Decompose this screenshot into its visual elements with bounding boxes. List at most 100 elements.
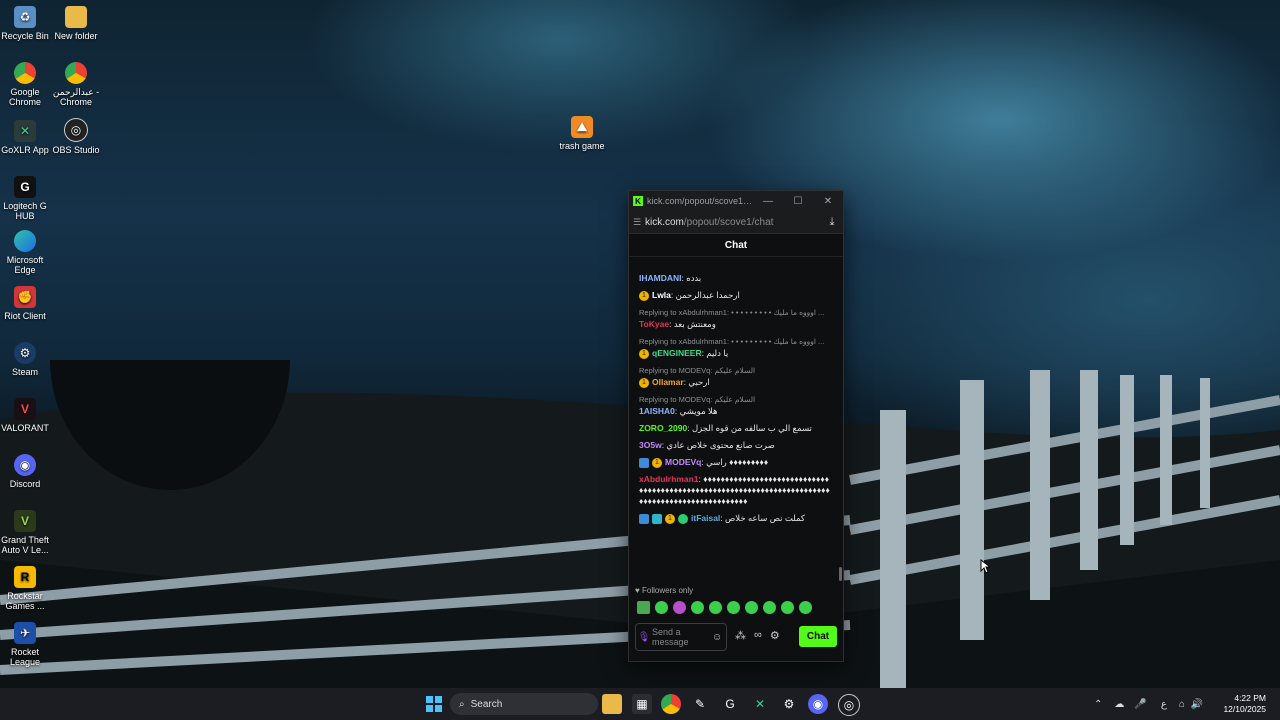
goxlr-taskbar-icon[interactable]: ✕ xyxy=(750,694,770,714)
emote-icon[interactable] xyxy=(781,601,794,614)
chat-username[interactable]: Lwla xyxy=(652,290,671,300)
desktop-icon-google-chrome[interactable]: Google Chrome xyxy=(0,62,53,107)
followers-only-label: Followers only xyxy=(641,586,694,595)
emote-icon[interactable] xyxy=(763,601,776,614)
verified-badge-icon xyxy=(678,513,688,524)
search-icon: ⌕ xyxy=(459,698,465,710)
chat-message: Replying to MODEVq: السلام عليكم 1 Ollama… xyxy=(629,365,841,388)
chat-username[interactable]: itFaisal xyxy=(691,513,720,523)
address-bar: ☰ kick.com/popout/scove1/chat ⤓ xyxy=(629,211,843,234)
desktop-icon-riot[interactable]: ✊ Riot Client xyxy=(0,286,53,321)
chat-header: Chat xyxy=(629,234,843,257)
chat-username[interactable]: IHAMDANI xyxy=(639,273,682,283)
chat-username[interactable]: MODEVq xyxy=(665,457,701,467)
microphone-tray-icon[interactable]: 🎤 xyxy=(1134,699,1146,710)
desktop-icon-rockstar[interactable]: R Rockstar Games ... xyxy=(0,566,53,611)
desktop-icon-rocket-league[interactable]: ✈ Rocket League xyxy=(0,622,53,667)
message-placeholder: Send a message xyxy=(652,627,689,647)
chat-username[interactable]: xAbdulrhman1 xyxy=(639,474,699,484)
desktop-icon-discord[interactable]: ◉ Discord xyxy=(0,454,53,489)
windows-start-icon[interactable] xyxy=(424,694,444,714)
desktop-icon-obs[interactable]: ◎ OBS Studio xyxy=(48,118,104,155)
chat-message: Replying to xAbdulrhman1: • • • • • • • … xyxy=(629,307,841,330)
message-input[interactable]: 🎙 Send a message ☺ xyxy=(635,623,727,651)
cloud-icon[interactable]: ☁ xyxy=(1114,699,1124,710)
emote-icon[interactable] xyxy=(673,601,686,614)
url-path: /popout/scove1/chat xyxy=(683,216,774,228)
language-indicator[interactable]: ع xyxy=(1161,699,1167,710)
download-icon[interactable]: ⤓ xyxy=(821,216,843,229)
desktop-icon-recycle-bin[interactable]: ♻ Recycle Bin xyxy=(0,6,53,41)
chat-text: صرت صانع محتوى خلاص عادي xyxy=(666,440,775,450)
discord-icon: ◉ xyxy=(14,454,36,476)
chrome-taskbar-icon[interactable] xyxy=(661,694,681,714)
emote-icon[interactable] xyxy=(655,601,668,614)
emote-icon[interactable] xyxy=(727,601,740,614)
emote-icon[interactable] xyxy=(709,601,722,614)
desktop-icon-edge[interactable]: Microsoft Edge xyxy=(0,230,53,275)
desktop-icon-steam[interactable]: ⚙ Steam xyxy=(0,342,53,377)
taskbar-clock[interactable]: 4:22 PM 12/10/2025 xyxy=(1223,693,1266,715)
chat-username[interactable]: ToKyae xyxy=(639,319,669,329)
chat-scrollbar[interactable] xyxy=(839,567,842,581)
volume-icon[interactable]: 🔊 xyxy=(1191,699,1203,710)
emote-icon[interactable] xyxy=(691,601,704,614)
shapes-icon[interactable]: ⁂ xyxy=(735,629,746,642)
network-icon[interactable]: ⌂ xyxy=(1179,699,1185,710)
desktop-icon-valorant[interactable]: V VALORANT xyxy=(0,398,53,433)
close-window-button[interactable]: ✕ xyxy=(813,196,843,207)
chat-messages[interactable]: IHAMDANI: بدده 1 Lwla: ارحمدا عبدالرحمن R… xyxy=(629,258,841,580)
desktop-icon-logitech[interactable]: G Logitech G HUB xyxy=(0,176,53,221)
sub-badge-icon: 1 xyxy=(665,513,675,524)
chat-text: تسمع الي ب سالفه من قوه الجزل xyxy=(691,423,812,433)
site-info-icon[interactable]: ☰ xyxy=(629,217,645,228)
chat-message: Replying to xAbdulrhman1: • • • • • • • … xyxy=(629,336,841,359)
discord-taskbar-icon[interactable]: ◉ xyxy=(808,694,828,714)
reply-context[interactable]: Replying to xAbdulrhman1: • • • • • • • … xyxy=(639,336,831,347)
chat-message: 1 Lwla: ارحمدا عبدالرحمن xyxy=(629,290,841,301)
taskbar-search[interactable]: ⌕ Search xyxy=(450,693,598,715)
emote-icon[interactable] xyxy=(745,601,758,614)
reply-context[interactable]: Replying to MODEVq: السلام عليكم xyxy=(639,365,831,376)
emoji-picker-icon[interactable]: ☺ xyxy=(712,632,726,643)
store-icon[interactable]: ▦ xyxy=(632,694,652,714)
desktop-icon-trash-game[interactable]: ⛰ trash game xyxy=(554,116,610,151)
chat-username[interactable]: Ollamar xyxy=(652,377,684,387)
desktop-icon-new-folder[interactable]: New folder xyxy=(48,6,104,41)
url-field[interactable]: kick.com/popout/scove1/chat xyxy=(645,217,821,228)
desktop-icon-gta[interactable]: V Grand Theft Auto V Le... xyxy=(0,510,53,555)
chat-text: ارحمدا عبدالرحمن xyxy=(675,290,740,300)
reply-context[interactable]: Replying to xAbdulrhman1: • • • • • • • … xyxy=(639,307,831,318)
terminal-icon[interactable]: ✎ xyxy=(690,694,710,714)
clock-time: 4:22 PM xyxy=(1234,693,1266,703)
steam-taskbar-icon[interactable]: ⚙ xyxy=(779,694,799,714)
chat-username[interactable]: 3O5w xyxy=(639,440,662,450)
minimize-button[interactable]: — xyxy=(753,196,783,207)
logitech-icon: G xyxy=(14,176,36,198)
emote-icon[interactable] xyxy=(637,601,650,614)
clock-date: 12/10/2025 xyxy=(1223,704,1266,714)
desktop-icon-goxlr[interactable]: ✕ GoXLR App xyxy=(0,120,53,155)
settings-gear-icon[interactable]: ⚙ xyxy=(770,629,780,642)
microphone-icon[interactable]: 🎙 xyxy=(636,632,652,643)
chat-message: IHAMDANI: بدده xyxy=(639,273,702,283)
chevron-up-icon[interactable]: ⌃ xyxy=(1094,699,1102,710)
moderator-badge-icon xyxy=(639,457,649,468)
desktop-icon-chrome-profile[interactable]: عبدالرحمن - Chrome xyxy=(48,62,104,107)
chat-text: ارحبي xyxy=(688,377,710,387)
infinity-icon[interactable]: ∞ xyxy=(754,629,762,642)
send-chat-button[interactable]: Chat xyxy=(799,626,837,647)
logitech-taskbar-icon[interactable]: G xyxy=(720,694,740,714)
chat-username[interactable]: qENGINEER xyxy=(652,348,702,358)
obs-taskbar-icon[interactable]: ◎ xyxy=(838,694,860,716)
gta-icon: V xyxy=(14,510,36,532)
chat-username[interactable]: ZORO_2090 xyxy=(639,423,687,433)
taskbar: ⌕ Search ▦ ✎ G ✕ ⚙ ◉ ◎ ⌃ ☁ 🎤 ع ⌂ 🔊 4:22 … xyxy=(0,688,1280,720)
emote-icon[interactable] xyxy=(799,601,812,614)
chat-username[interactable]: 1AISHA0 xyxy=(639,406,675,416)
chat-message: xAbdulrhman1: ♦♦♦♦♦♦♦♦♦♦♦♦♦♦♦♦♦♦♦♦♦♦♦♦♦♦… xyxy=(639,474,830,506)
file-explorer-icon[interactable] xyxy=(602,694,622,714)
reply-context[interactable]: Replying to MODEVq: السلام عليكم xyxy=(639,394,831,405)
maximize-button[interactable]: ☐ xyxy=(783,196,813,207)
chat-popout-window: K kick.com/popout/scove1/ch... — ☐ ✕ ☰ k… xyxy=(628,190,844,662)
